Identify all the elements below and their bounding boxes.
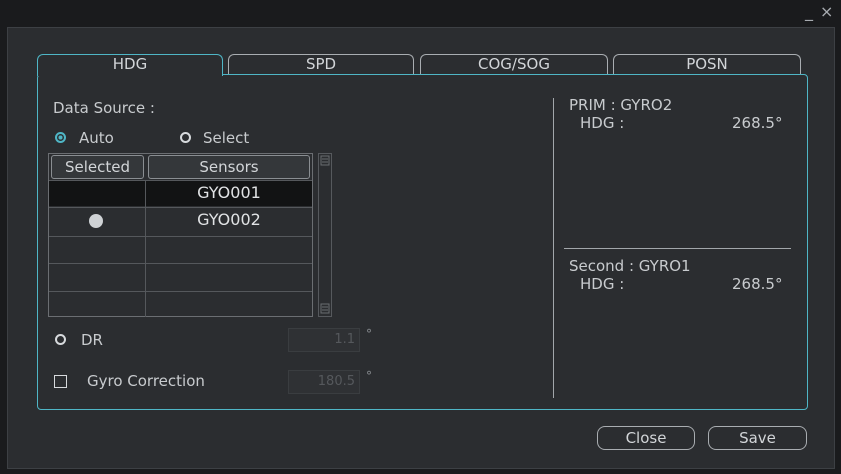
table-row[interactable]: GYO002 — [49, 207, 312, 233]
column-header-selected: Selected — [51, 155, 144, 179]
data-source-label: Data Source : — [53, 99, 155, 117]
primary-hdg-label: HDG : — [580, 114, 625, 132]
gyro-correction-checkbox[interactable] — [54, 375, 67, 388]
gyro-correction-unit: ° — [366, 369, 372, 383]
auto-radio[interactable] — [55, 132, 66, 143]
select-label: Select — [203, 129, 250, 147]
primary-sensor-label: PRIM : GYRO2 — [569, 96, 673, 114]
table-row[interactable] — [49, 236, 312, 262]
table-row[interactable] — [49, 291, 312, 317]
scroll-arrows-icon — [320, 155, 330, 314]
close-button[interactable]: Close — [597, 426, 695, 450]
vertical-divider — [553, 98, 554, 398]
dr-radio[interactable] — [55, 334, 66, 345]
sensor-name: GYO001 — [197, 183, 261, 202]
dr-label: DR — [81, 331, 103, 349]
gyro-correction-label: Gyro Correction — [87, 372, 205, 390]
tab-spd[interactable]: SPD — [228, 54, 414, 75]
horizontal-divider — [564, 248, 791, 249]
title-bar — [0, 0, 841, 27]
save-button[interactable]: Save — [708, 426, 807, 450]
secondary-hdg-value: 268.5° — [732, 275, 783, 293]
sensor-name: GYO002 — [197, 210, 261, 229]
column-header-sensors: Sensors — [148, 155, 310, 179]
auto-label: Auto — [79, 129, 114, 147]
select-radio[interactable] — [180, 132, 191, 143]
column-separator — [145, 180, 146, 317]
gyro-correction-input[interactable]: 180.5 — [288, 370, 360, 394]
table-row[interactable] — [49, 263, 312, 289]
tab-hdg[interactable]: HDG — [37, 54, 223, 76]
table-scrollbar[interactable] — [318, 153, 332, 317]
secondary-hdg-label: HDG : — [580, 275, 625, 293]
secondary-sensor-label: Second : GYRO1 — [569, 257, 691, 275]
selected-indicator — [89, 214, 103, 228]
tab-posn[interactable]: POSN — [613, 54, 801, 75]
close-icon[interactable]: × — [820, 2, 833, 22]
primary-hdg-value: 268.5° — [732, 114, 783, 132]
minimize-icon[interactable]: _ — [805, 2, 813, 22]
table-row[interactable]: GYO001 — [49, 180, 312, 206]
dr-input[interactable]: 1.1 — [288, 328, 360, 352]
tab-cog-sog[interactable]: COG/SOG — [420, 54, 608, 75]
dr-unit: ° — [366, 327, 372, 341]
